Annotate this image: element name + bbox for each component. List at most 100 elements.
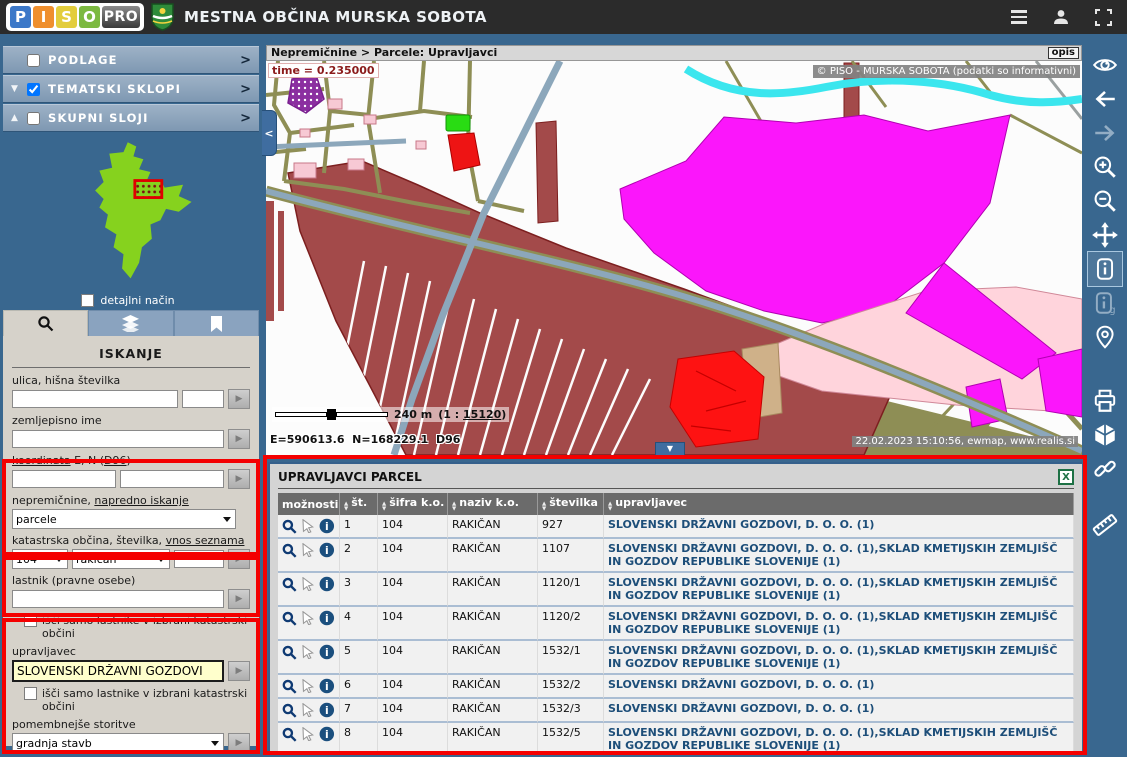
column-header[interactable]: ▲▼šifra k.o.: [378, 493, 448, 515]
collapse-down-icon[interactable]: ▼: [11, 84, 27, 94]
row-info-icon[interactable]: i: [319, 702, 335, 718]
fullscreen-icon[interactable]: [1093, 7, 1113, 27]
row-info-icon[interactable]: i: [319, 542, 335, 558]
manager-input[interactable]: [12, 660, 224, 682]
description-button[interactable]: opis: [1048, 47, 1079, 59]
zoom-to-row-icon[interactable]: [282, 727, 297, 742]
table-row[interactable]: i 1 104 RAKIČAN 927 SLOVENSKI DRŽAVNI GO…: [278, 515, 1074, 539]
select-row-icon[interactable]: [302, 543, 315, 557]
row-info-icon[interactable]: i: [319, 610, 335, 626]
print-button[interactable]: [1088, 384, 1122, 418]
identify-button[interactable]: [1088, 252, 1122, 286]
zoom-to-row-icon[interactable]: [282, 611, 297, 626]
coordinate-e-input[interactable]: [12, 470, 116, 488]
geoname-input[interactable]: [12, 430, 224, 448]
manager-cell[interactable]: SLOVENSKI DRŽAVNI GOZDOVI, D. O. O. (1): [604, 699, 1074, 723]
d96-link[interactable]: D96: [104, 454, 126, 467]
manager-cell[interactable]: SLOVENSKI DRŽAVNI GOZDOVI, D. O. O. (1),…: [604, 539, 1074, 573]
row-info-icon[interactable]: i: [319, 576, 335, 592]
column-header[interactable]: ▲▼naziv k.o.: [448, 493, 538, 515]
row-info-icon[interactable]: i: [319, 678, 335, 694]
street-search-button[interactable]: ▶: [228, 389, 250, 409]
excel-export-icon[interactable]: X: [1058, 469, 1074, 485]
owner-filter-checkbox[interactable]: [24, 614, 37, 627]
select-row-icon[interactable]: [302, 679, 315, 693]
sort-icon[interactable]: ▲▼: [608, 502, 612, 512]
coordinate-link[interactable]: koordinata: [12, 454, 71, 467]
manager-cell[interactable]: SLOVENSKI DRŽAVNI GOZDOVI, D. O. O. (1),…: [604, 607, 1074, 641]
cadastral-name-select[interactable]: rakičan: [72, 549, 170, 569]
advanced-search-link[interactable]: napredno iskanje: [94, 494, 188, 507]
sort-icon[interactable]: ▲▼: [382, 502, 386, 512]
zoom-to-row-icon[interactable]: [282, 703, 297, 718]
tab-layers[interactable]: [88, 310, 173, 336]
location-button[interactable]: [1088, 320, 1122, 354]
table-row[interactable]: i 7 104 RAKIČAN 1532/3 SLOVENSKI DRŽAVNI…: [278, 699, 1074, 723]
collapse-up-icon[interactable]: ▲: [11, 113, 27, 123]
skupni-sloji-checkbox[interactable]: [27, 112, 40, 125]
select-row-icon[interactable]: [302, 611, 315, 625]
table-row[interactable]: i 8 104 RAKIČAN 1532/5 SLOVENSKI DRŽAVNI…: [278, 723, 1074, 755]
sort-icon[interactable]: ▲▼: [344, 502, 348, 512]
row-info-icon[interactable]: i: [319, 518, 335, 534]
visibility-button[interactable]: [1088, 48, 1122, 82]
manager-search-button[interactable]: ▶: [228, 661, 250, 681]
sidebar-item-tematski-sklopi[interactable]: ▼ TEMATSKI SKLOPI >: [3, 75, 259, 103]
column-header[interactable]: ▲▼št.: [340, 493, 378, 515]
select-row-icon[interactable]: [302, 577, 315, 591]
cadastral-search-button[interactable]: ▶: [228, 549, 250, 569]
manager-cell[interactable]: SLOVENSKI DRŽAVNI GOZDOVI, D. O. O. (1),…: [604, 641, 1074, 675]
zoom-out-button[interactable]: [1088, 184, 1122, 218]
municipality-overview-map[interactable]: [58, 138, 206, 294]
house-number-input[interactable]: [182, 390, 224, 408]
zoom-to-row-icon[interactable]: [282, 519, 297, 534]
zoom-to-row-icon[interactable]: [282, 645, 297, 660]
column-header[interactable]: ▲▼upravljavec: [604, 493, 1074, 515]
measure-button[interactable]: [1088, 508, 1122, 542]
history-forward-button[interactable]: [1088, 116, 1122, 150]
table-row[interactable]: i 5 104 RAKIČAN 1532/1 SLOVENSKI DRŽAVNI…: [278, 641, 1074, 675]
user-icon[interactable]: [1051, 7, 1071, 27]
select-row-icon[interactable]: [302, 727, 315, 741]
share-link-button[interactable]: [1088, 452, 1122, 486]
services-search-button[interactable]: ▶: [228, 733, 250, 753]
table-row[interactable]: i 4 104 RAKIČAN 1120/2 SLOVENSKI DRŽAVNI…: [278, 607, 1074, 641]
manager-cell[interactable]: SLOVENSKI DRŽAVNI GOZDOVI, D. O. O. (1): [604, 515, 1074, 539]
tab-bookmarks[interactable]: [174, 310, 259, 336]
column-header[interactable]: ▲▼številka: [538, 493, 604, 515]
sidebar-item-podlage[interactable]: PODLAGE >: [3, 46, 259, 74]
row-info-icon[interactable]: i: [319, 644, 335, 660]
sort-icon[interactable]: ▲▼: [542, 502, 546, 512]
cadastral-code-select[interactable]: 104: [12, 549, 68, 569]
sort-icon[interactable]: ▲▼: [452, 502, 456, 512]
parcel-number-input[interactable]: [174, 550, 224, 568]
select-row-icon[interactable]: [302, 645, 315, 659]
detail-mode-checkbox[interactable]: [81, 294, 94, 307]
sidebar-collapse-tab[interactable]: <: [262, 110, 277, 156]
manager-cell[interactable]: SLOVENSKI DRŽAVNI GOZDOVI, D. O. O. (1),…: [604, 723, 1074, 755]
tematski-sklopi-checkbox[interactable]: [27, 83, 40, 96]
table-row[interactable]: i 6 104 RAKIČAN 1532/2 SLOVENSKI DRŽAVNI…: [278, 675, 1074, 699]
coordinate-search-button[interactable]: ▶: [228, 469, 250, 489]
history-back-button[interactable]: [1088, 82, 1122, 116]
manager-filter-checkbox[interactable]: [24, 687, 37, 700]
coordinate-n-input[interactable]: [120, 470, 224, 488]
identify-group-button[interactable]: g: [1088, 286, 1122, 320]
zoom-to-row-icon[interactable]: [282, 577, 297, 592]
results-collapse-tab[interactable]: ▼: [655, 442, 685, 456]
table-row[interactable]: i 2 104 RAKIČAN 1107 SLOVENSKI DRŽAVNI G…: [278, 539, 1074, 573]
manager-cell[interactable]: SLOVENSKI DRŽAVNI GOZDOVI, D. O. O. (1),…: [604, 573, 1074, 607]
pan-button[interactable]: [1088, 218, 1122, 252]
zoom-in-button[interactable]: [1088, 150, 1122, 184]
menu-icon[interactable]: [1009, 7, 1029, 27]
select-row-icon[interactable]: [302, 519, 315, 533]
row-info-icon[interactable]: i: [319, 726, 335, 742]
zoom-to-row-icon[interactable]: [282, 679, 297, 694]
geoname-search-button[interactable]: ▶: [228, 429, 250, 449]
table-row[interactable]: i 3 104 RAKIČAN 1120/1 SLOVENSKI DRŽAVNI…: [278, 573, 1074, 607]
select-row-icon[interactable]: [302, 703, 315, 717]
realestate-type-select[interactable]: parcele: [12, 509, 236, 529]
podlage-checkbox[interactable]: [27, 54, 40, 67]
owner-search-button[interactable]: ▶: [228, 589, 250, 609]
tab-search[interactable]: [3, 310, 88, 336]
